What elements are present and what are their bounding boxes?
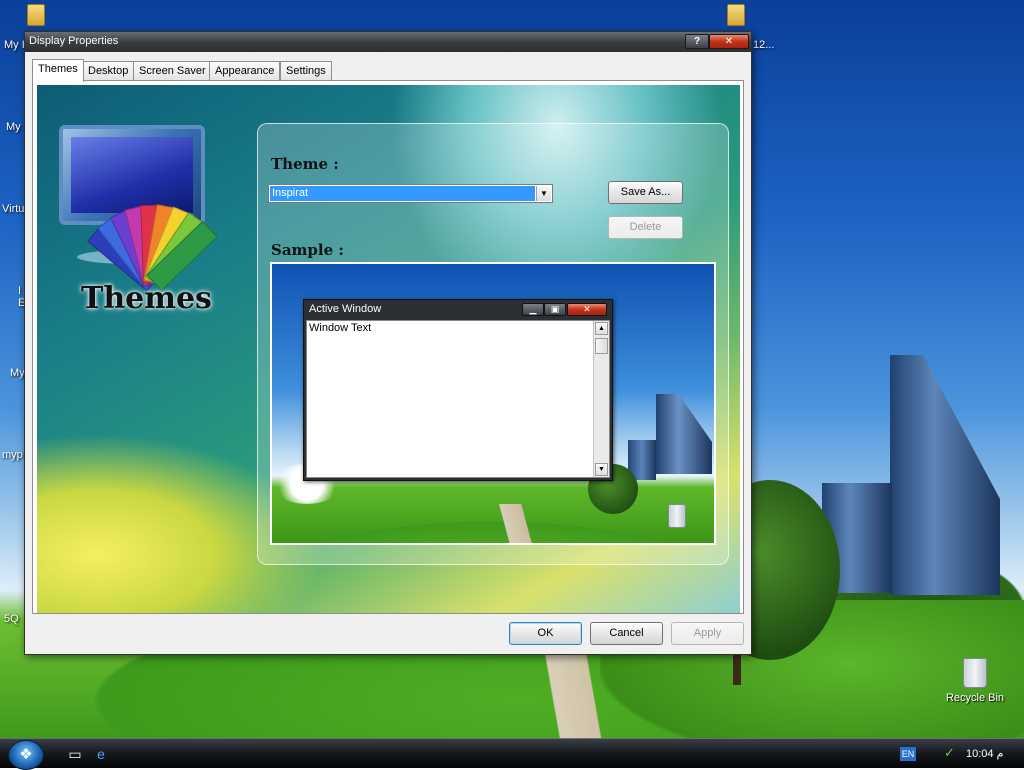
desktop-icon-label[interactable]: 5Q <box>4 613 19 625</box>
scroll-down-icon: ▼ <box>595 463 608 476</box>
tab-appearance[interactable]: Appearance <box>209 61 281 81</box>
delete-button[interactable]: Delete <box>608 216 683 239</box>
path-image <box>482 504 552 543</box>
scroll-thumb <box>595 338 608 354</box>
language-indicator[interactable]: EN <box>900 747 916 761</box>
save-as-button[interactable]: Save As... <box>608 181 683 204</box>
help-button[interactable]: ? <box>685 34 709 49</box>
cancel-button[interactable]: Cancel <box>590 622 663 645</box>
network-icon[interactable]: ✓ <box>944 746 958 760</box>
path-image <box>520 650 640 738</box>
theme-select-value: Inspirat <box>270 186 535 201</box>
themes-tab-panel: Themes Theme : Inspirat ▼ Save As... Del… <box>32 80 744 614</box>
sample-preview: Active Window ▁ ▣ ✕ Window Text ▲ ▼ <box>270 262 716 545</box>
minimize-icon: ▁ <box>522 303 544 316</box>
internet-explorer-icon[interactable]: e <box>92 746 110 762</box>
windows-logo-icon: ❖ <box>19 746 33 763</box>
desktop-icon-label[interactable]: myp <box>2 449 23 461</box>
ok-button[interactable]: OK <box>509 622 582 645</box>
taskbar: ❖ ▭ e EN ✓ 10:04 م <box>0 738 1024 770</box>
close-button[interactable]: ✕ <box>709 34 749 49</box>
desktop-icon-label[interactable]: My <box>6 121 21 133</box>
desktop-icon-my-documents[interactable] <box>1 4 71 30</box>
desktop-icon-label[interactable]: Virtu <box>2 203 24 215</box>
tab-settings[interactable]: Settings <box>280 61 332 81</box>
desktop-icon-label[interactable]: My <box>10 367 25 379</box>
skyscraper-image <box>890 355 1000 595</box>
recycle-bin-label: Recycle Bin <box>945 692 1005 704</box>
show-desktop-icon[interactable]: ▭ <box>66 746 84 762</box>
sample-scrollbar: ▲ ▼ <box>593 321 609 477</box>
sample-window-body: Window Text ▲ ▼ <box>306 320 610 478</box>
apply-button[interactable]: Apply <box>671 622 744 645</box>
sample-window-text: Window Text <box>309 322 372 334</box>
maximize-icon: ▣ <box>544 303 566 316</box>
clock[interactable]: 10:04 م <box>966 747 1003 760</box>
desktop-icon-label[interactable]: 12... <box>753 39 774 51</box>
tab-themes[interactable]: Themes <box>32 59 84 82</box>
tab-desktop[interactable]: Desktop <box>82 61 135 81</box>
theme-label: Theme : <box>271 155 339 173</box>
themes-panel-background: Themes Theme : Inspirat ▼ Save As... Del… <box>37 85 740 613</box>
sample-window-title: Active Window <box>309 303 382 315</box>
sample-active-window: Active Window ▁ ▣ ✕ Window Text ▲ ▼ <box>303 299 613 481</box>
display-properties-dialog: Display Properties ? ✕ Themes Desktop Sc… <box>24 31 752 655</box>
folder-icon <box>27 4 45 26</box>
skyscraper-image <box>656 394 712 474</box>
start-button[interactable]: ❖ <box>8 740 44 770</box>
themes-banner-text: Themes <box>81 281 212 316</box>
desktop-icon-label[interactable]: I <box>18 285 21 297</box>
window-title: Display Properties <box>29 35 119 47</box>
recycle-bin-icon <box>668 504 686 528</box>
color-swatches-icon <box>87 193 233 292</box>
tab-screen-saver[interactable]: Screen Saver <box>133 61 212 81</box>
theme-select[interactable]: Inspirat ▼ <box>268 184 553 203</box>
close-icon: ✕ <box>567 303 607 316</box>
chevron-down-icon[interactable]: ▼ <box>536 186 551 201</box>
desktop-icon-label[interactable]: My I <box>4 39 25 51</box>
folder-icon[interactable] <box>727 4 745 26</box>
sample-label: Sample : <box>271 241 344 259</box>
scroll-up-icon: ▲ <box>595 322 608 335</box>
desktop-icon-recycle-bin[interactable]: Recycle Bin <box>940 658 1010 704</box>
recycle-bin-icon <box>963 658 987 688</box>
title-bar[interactable]: Display Properties ? ✕ <box>25 32 751 52</box>
